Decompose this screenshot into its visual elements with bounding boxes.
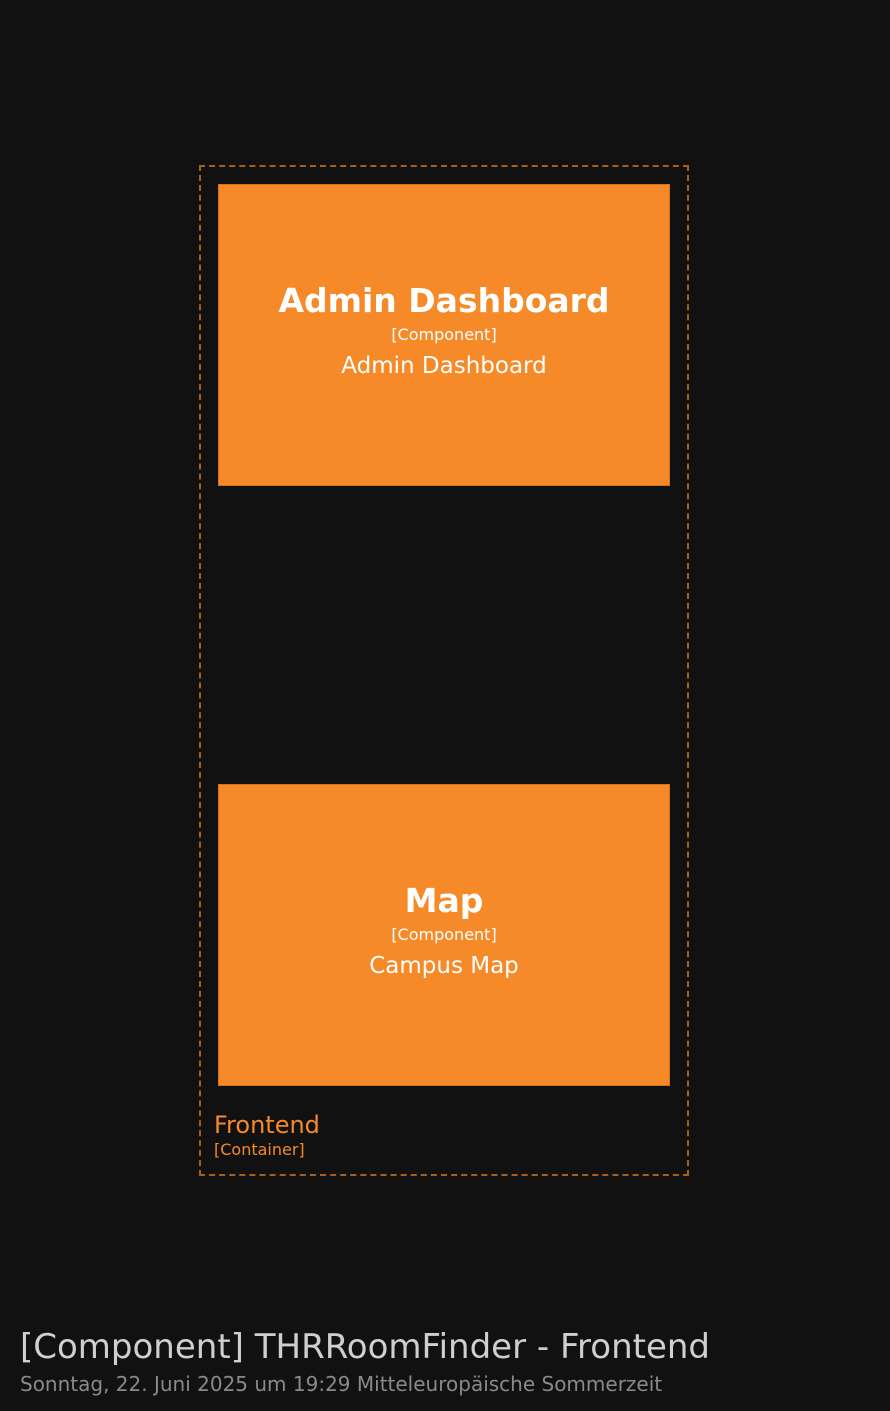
- component-type: [Component]: [391, 325, 497, 344]
- component-name: Admin Dashboard: [278, 281, 610, 320]
- diagram-title: [Component] THRRoomFinder - Frontend: [20, 1327, 710, 1367]
- component-name: Map: [404, 881, 484, 920]
- component-description: Campus Map: [369, 953, 519, 979]
- diagram-date: Sonntag, 22. Juni 2025 um 19:29 Mitteleu…: [20, 1372, 663, 1396]
- component-admin-dashboard[interactable]: Admin Dashboard [Component] Admin Dashbo…: [218, 184, 670, 486]
- component-type: [Component]: [391, 925, 497, 944]
- component-description: Admin Dashboard: [341, 353, 547, 379]
- container-type: [Container]: [214, 1140, 305, 1159]
- container-label: Frontend [Container]: [214, 1113, 320, 1158]
- container-name: Frontend: [214, 1111, 320, 1139]
- component-map[interactable]: Map [Component] Campus Map: [218, 784, 670, 1086]
